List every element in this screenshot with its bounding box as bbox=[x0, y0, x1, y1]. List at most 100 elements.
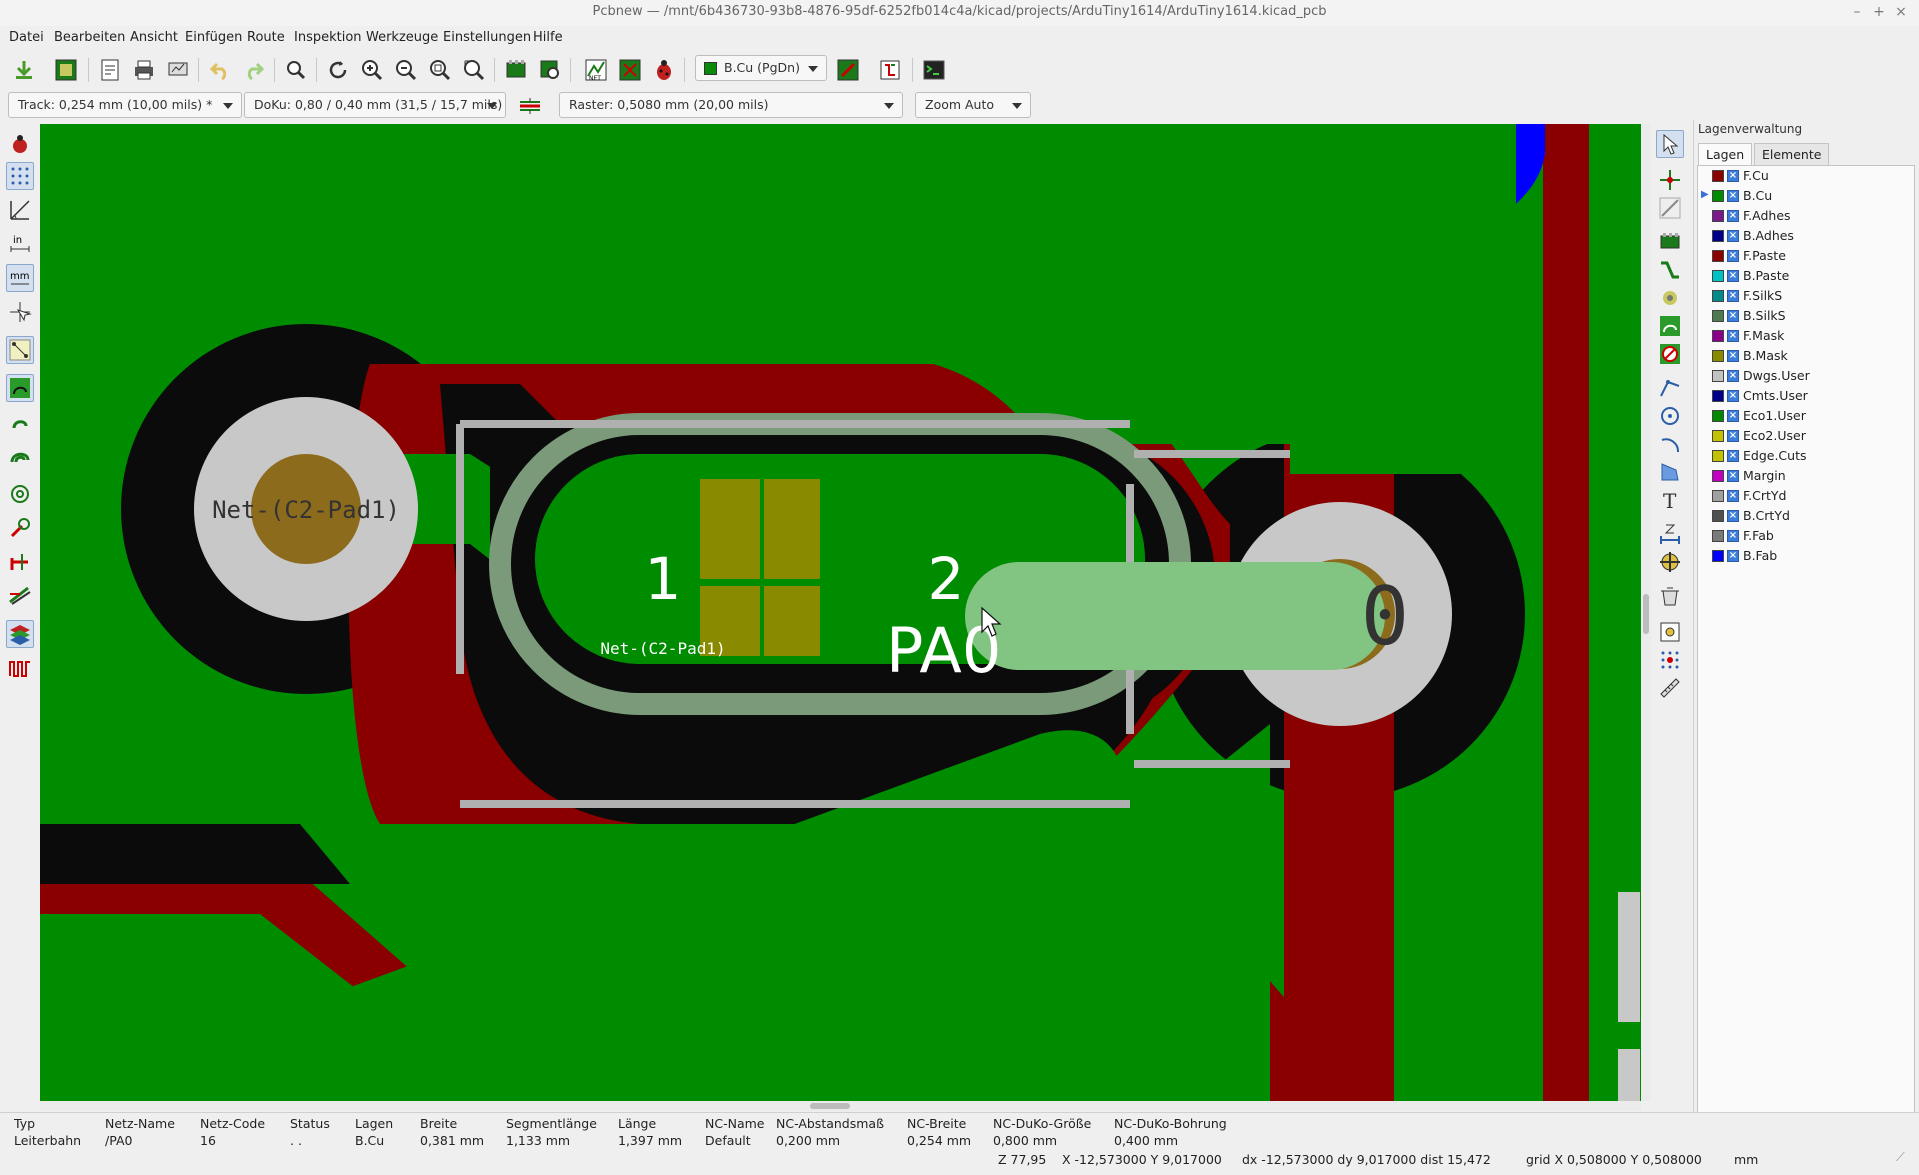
layer-color-swatch[interactable] bbox=[1712, 270, 1724, 282]
menu-hilfe[interactable]: Hilfe bbox=[533, 30, 563, 45]
print-icon[interactable] bbox=[130, 56, 158, 84]
undo-icon[interactable] bbox=[206, 56, 234, 84]
layer-color-swatch[interactable] bbox=[1712, 450, 1724, 462]
zoom-select[interactable]: Zoom Auto bbox=[915, 92, 1031, 118]
redraw-icon[interactable] bbox=[324, 56, 352, 84]
menu-werkzeuge[interactable]: Werkzeuge bbox=[366, 30, 438, 45]
layer-row-b-silks[interactable]: × B.SilkS bbox=[1698, 306, 1914, 326]
grid-origin-icon[interactable] bbox=[1656, 646, 1684, 674]
measure-tool-icon[interactable] bbox=[1656, 674, 1684, 702]
zoom-out-icon[interactable] bbox=[392, 56, 420, 84]
zoom-selection-icon[interactable] bbox=[460, 56, 488, 84]
tab-lagen[interactable]: Lagen bbox=[1698, 143, 1753, 165]
close-button[interactable]: × bbox=[1892, 3, 1910, 21]
layer-row-edge-cuts[interactable]: × Edge.Cuts bbox=[1698, 446, 1914, 466]
route-track-icon[interactable] bbox=[1656, 256, 1684, 284]
layer-row-b-fab[interactable]: × B.Fab bbox=[1698, 546, 1914, 566]
layer-visibility-checkbox[interactable]: × bbox=[1727, 270, 1739, 282]
layer-visibility-checkbox[interactable]: × bbox=[1727, 190, 1739, 202]
save-icon[interactable] bbox=[10, 56, 38, 84]
pcb-canvas[interactable]: Net-(C2-Pad1) 1 Net-(C2-Pad1) 2 PA0 0 bbox=[40, 124, 1641, 1101]
layer-row-eco2-user[interactable]: × Eco2.User bbox=[1698, 426, 1914, 446]
layer-color-swatch[interactable] bbox=[1712, 370, 1724, 382]
layer-visibility-checkbox[interactable]: × bbox=[1727, 210, 1739, 222]
layer-color-swatch[interactable] bbox=[1712, 350, 1724, 362]
horizontal-scrollbar[interactable] bbox=[40, 1101, 1641, 1111]
menu-route[interactable]: Route bbox=[247, 30, 285, 45]
footprint-editor-icon[interactable] bbox=[502, 56, 530, 84]
layer-color-swatch[interactable] bbox=[1712, 430, 1724, 442]
add-zone-icon[interactable] bbox=[1656, 312, 1684, 340]
layer-color-swatch[interactable] bbox=[1712, 290, 1724, 302]
microwave-icon[interactable] bbox=[876, 56, 904, 84]
layer-row-margin[interactable]: × Margin bbox=[1698, 466, 1914, 486]
footprint-browser-icon[interactable] bbox=[536, 56, 564, 84]
mm-units-icon[interactable]: mm bbox=[6, 264, 34, 292]
local-ratsnest-icon[interactable] bbox=[1656, 194, 1684, 222]
layer-color-swatch[interactable] bbox=[1712, 330, 1724, 342]
find-icon[interactable] bbox=[282, 56, 310, 84]
redo-icon[interactable] bbox=[240, 56, 268, 84]
layer-color-swatch[interactable] bbox=[1712, 490, 1724, 502]
layer-row-f-mask[interactable]: × F.Mask bbox=[1698, 326, 1914, 346]
minimize-button[interactable]: – bbox=[1848, 3, 1866, 21]
menu-bearbeiten[interactable]: Bearbeiten bbox=[54, 30, 125, 45]
layer-visibility-checkbox[interactable]: × bbox=[1727, 170, 1739, 182]
tab-elemente[interactable]: Elemente bbox=[1754, 143, 1830, 165]
highlighted-track[interactable] bbox=[965, 562, 1385, 670]
resize-grip-icon[interactable]: ⟋ bbox=[1896, 1149, 1905, 1165]
layer-row-b-mask[interactable]: × B.Mask bbox=[1698, 346, 1914, 366]
layer-visibility-checkbox[interactable]: × bbox=[1727, 390, 1739, 402]
add-polygon-icon[interactable] bbox=[1656, 458, 1684, 486]
plot-icon[interactable] bbox=[164, 56, 192, 84]
delete-tool-icon[interactable] bbox=[1656, 582, 1684, 610]
drc-icon[interactable] bbox=[650, 56, 678, 84]
layer-color-swatch[interactable] bbox=[1712, 170, 1724, 182]
layer-visibility-checkbox[interactable]: × bbox=[1727, 250, 1739, 262]
menu-inspektion[interactable]: Inspektion bbox=[294, 30, 362, 45]
track-sketch-icon[interactable] bbox=[6, 548, 34, 576]
track-width-select[interactable]: Track: 0,254 mm (10,00 mils) * bbox=[8, 92, 242, 118]
layer-color-swatch[interactable] bbox=[1712, 190, 1724, 202]
update-pcb-icon[interactable] bbox=[616, 56, 644, 84]
page-setup-icon[interactable] bbox=[96, 56, 124, 84]
show-zones-icon[interactable] bbox=[6, 374, 34, 402]
layer-row-cmts-user[interactable]: × Cmts.User bbox=[1698, 386, 1914, 406]
layer-visibility-checkbox[interactable]: × bbox=[1727, 290, 1739, 302]
add-line-icon[interactable] bbox=[1656, 374, 1684, 402]
menu-einfuegen[interactable]: Einfügen bbox=[185, 30, 242, 45]
ratsnest-icon[interactable] bbox=[6, 336, 34, 364]
layer-row-f-adhes[interactable]: × F.Adhes bbox=[1698, 206, 1914, 226]
layer-color-swatch[interactable] bbox=[1712, 550, 1724, 562]
microwave-toolbar-icon[interactable] bbox=[6, 654, 34, 682]
auto-track-width-icon[interactable] bbox=[516, 92, 544, 120]
add-via-icon[interactable] bbox=[1656, 284, 1684, 312]
highlight-net-icon[interactable] bbox=[1656, 166, 1684, 194]
layer-visibility-checkbox[interactable]: × bbox=[1727, 530, 1739, 542]
add-circle-icon[interactable] bbox=[1656, 402, 1684, 430]
zoom-in-icon[interactable] bbox=[358, 56, 386, 84]
layer-row-b-paste[interactable]: × B.Paste bbox=[1698, 266, 1914, 286]
layer-visibility-checkbox[interactable]: × bbox=[1727, 470, 1739, 482]
layers-manager-icon[interactable] bbox=[6, 620, 34, 648]
layer-row-b-adhes[interactable]: × B.Adhes bbox=[1698, 226, 1914, 246]
layer-color-swatch[interactable] bbox=[1712, 310, 1724, 322]
layer-row-f-fab[interactable]: × F.Fab bbox=[1698, 526, 1914, 546]
layer-row-b-crtyd[interactable]: × B.CrtYd bbox=[1698, 506, 1914, 526]
layer-row-b-cu[interactable]: ▶ × B.Cu bbox=[1698, 186, 1914, 206]
maximize-button[interactable]: + bbox=[1870, 3, 1888, 21]
layer-visibility-checkbox[interactable]: × bbox=[1727, 370, 1739, 382]
add-keepout-icon[interactable] bbox=[1656, 340, 1684, 368]
via-size-select[interactable]: DoKu: 0,80 / 0,40 mm (31,5 / 15,7 mils) … bbox=[244, 92, 506, 136]
polar-coords-icon[interactable] bbox=[6, 196, 34, 224]
add-arc-icon[interactable] bbox=[1656, 430, 1684, 458]
layer-visibility-checkbox[interactable]: × bbox=[1727, 510, 1739, 522]
add-target-icon[interactable] bbox=[1656, 548, 1684, 576]
add-footprint-icon[interactable] bbox=[1656, 228, 1684, 256]
layer-row-eco1-user[interactable]: × Eco1.User bbox=[1698, 406, 1914, 426]
menu-einstellungen[interactable]: Einstellungen bbox=[443, 30, 531, 45]
board-setup-icon[interactable] bbox=[52, 56, 80, 84]
layer-visibility-checkbox[interactable]: × bbox=[1727, 350, 1739, 362]
layer-visibility-checkbox[interactable]: × bbox=[1727, 230, 1739, 242]
layer-color-swatch[interactable] bbox=[1712, 230, 1724, 242]
